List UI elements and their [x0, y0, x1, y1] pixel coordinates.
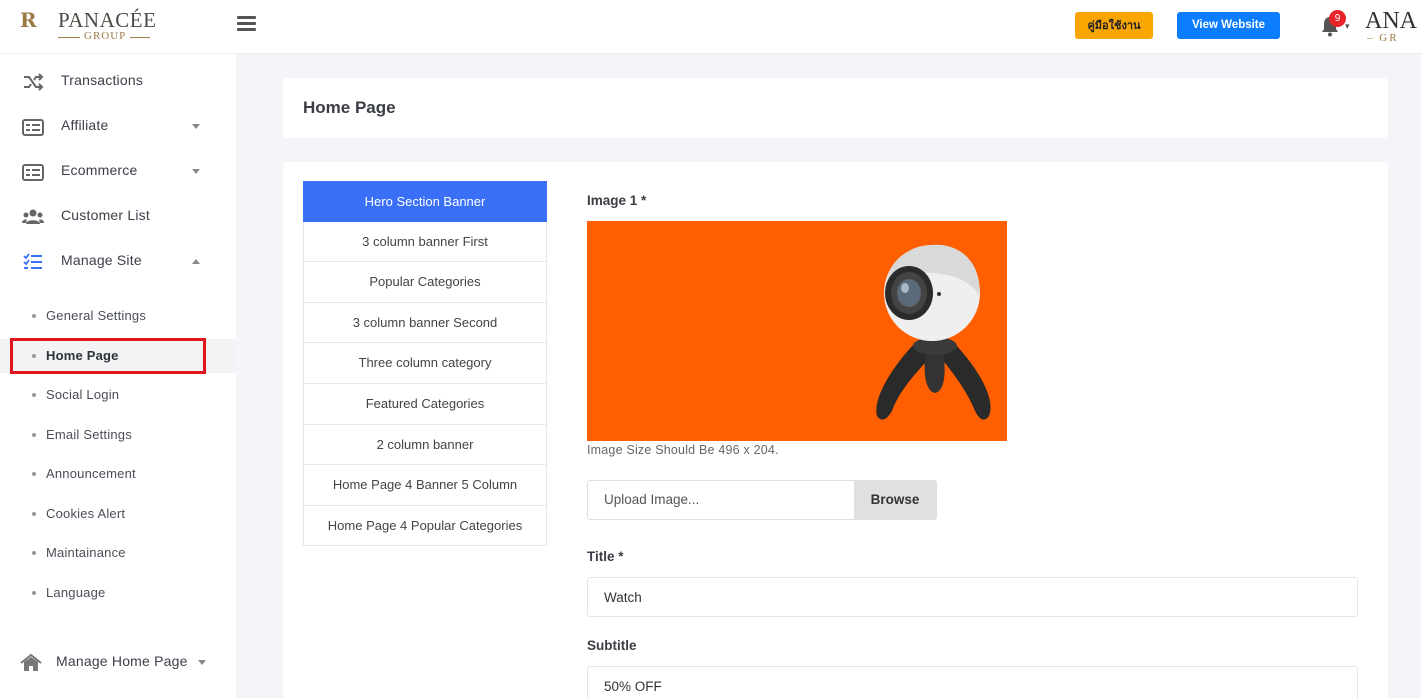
sidebar-item-label: Manage Home Page [56, 653, 188, 669]
hamburger-menu-icon[interactable] [237, 16, 256, 32]
sidebar-subitem-cookies-alert[interactable]: Cookies Alert [0, 497, 236, 531]
list-icon [22, 119, 44, 136]
bullet-icon [32, 314, 36, 318]
top-bar: R PANACÉE GROUP คู่มือใช้งาน View Websit… [0, 0, 1421, 54]
tab-home-page-4-banner-5-column[interactable]: Home Page 4 Banner 5 Column [303, 465, 547, 506]
tab-three-column-category[interactable]: Three column category [303, 343, 547, 384]
page-header: Home Page [283, 78, 1388, 138]
sidebar-item-label: Affiliate [61, 117, 109, 133]
chevron-down-icon [198, 660, 206, 665]
sidebar-subitem-email-settings[interactable]: Email Settings [0, 418, 236, 452]
upload-placeholder: Upload Image... [604, 492, 700, 507]
sidebar-item-affiliate[interactable]: Affiliate [0, 107, 236, 147]
tab-home-page-4-popular-categories[interactable]: Home Page 4 Popular Categories [303, 505, 547, 547]
tab-featured-categories[interactable]: Featured Categories [303, 383, 547, 425]
sidebar-subitem-general-settings[interactable]: General Settings [0, 299, 236, 333]
image-upload-field[interactable]: Upload Image... Browse [587, 480, 937, 520]
tab-hero-section-banner[interactable]: Hero Section Banner [303, 181, 547, 222]
chevron-down-icon [192, 124, 200, 129]
user-logo-sub: – GR [1367, 32, 1399, 44]
bullet-icon [32, 551, 36, 555]
sidebar-item-label: Ecommerce [61, 162, 138, 178]
logo-monogram: R [20, 8, 37, 32]
logo-divider [58, 37, 80, 38]
tab-3-column-banner-first[interactable]: 3 column banner First [303, 221, 547, 263]
panacee-logo[interactable]: R PANACÉE GROUP [20, 8, 156, 46]
image-size-hint: Image Size Should Be 496 x 204. [587, 443, 779, 457]
bullet-icon [32, 433, 36, 437]
manual-button[interactable]: คู่มือใช้งาน [1075, 12, 1153, 39]
sidebar-subitem-language[interactable]: Language [0, 576, 236, 610]
logo-divider [130, 37, 150, 38]
banner-image-preview [587, 221, 1007, 441]
sidebar-item-customer-list[interactable]: Customer List [0, 197, 236, 237]
image-label: Image 1 * [587, 193, 647, 208]
sidebar-subitem-maintainance[interactable]: Maintainance [0, 536, 236, 570]
bullet-icon [32, 591, 36, 595]
sidebar-item-transactions[interactable]: Transactions [0, 62, 236, 102]
sidebar-subitem-label: General Settings [46, 308, 147, 323]
sidebar-subitem-label: Maintainance [46, 545, 126, 560]
tab-popular-categories[interactable]: Popular Categories [303, 262, 547, 303]
users-icon [22, 209, 44, 224]
section-tabs: Hero Section Banner 3 column banner Firs… [303, 181, 547, 547]
browse-button[interactable]: Browse [854, 481, 936, 519]
sidebar-subitem-label: Email Settings [46, 427, 132, 442]
checklist-icon [23, 253, 42, 269]
bullet-icon [32, 472, 36, 476]
chevron-up-icon [192, 259, 200, 264]
subtitle-label: Subtitle [587, 638, 637, 653]
view-website-button[interactable]: View Website [1177, 12, 1280, 39]
notification-badge: 9 [1329, 10, 1346, 27]
sidebar-item-label: Customer List [61, 207, 150, 223]
selection-highlight [10, 338, 206, 374]
page-title: Home Page [303, 98, 396, 117]
bullet-icon [32, 512, 36, 516]
sidebar-subitem-social-login[interactable]: Social Login [0, 378, 236, 412]
sidebar-subitem-label: Announcement [46, 466, 136, 481]
sidebar: Transactions Affiliate Ecommerce Custome… [0, 54, 236, 698]
camera-product-image [876, 244, 991, 420]
chevron-down-icon[interactable]: ▾ [1345, 22, 1350, 32]
subtitle-input[interactable] [587, 666, 1358, 698]
sidebar-subitem-announcement[interactable]: Announcement [0, 457, 236, 491]
user-avatar[interactable]: ANA – GR [1365, 8, 1421, 48]
title-label: Title * [587, 549, 624, 564]
sidebar-item-label: Manage Site [61, 252, 142, 268]
tab-3-column-banner-second[interactable]: 3 column banner Second [303, 302, 547, 344]
logo-group: GROUP [84, 30, 127, 42]
sidebar-item-ecommerce[interactable]: Ecommerce [0, 152, 236, 192]
user-logo-text: ANA [1365, 8, 1417, 34]
sidebar-item-manage-site[interactable]: Manage Site [0, 242, 236, 282]
list-icon [22, 164, 44, 181]
sidebar-subitem-label: Language [46, 585, 106, 600]
sidebar-item-manage-home-page[interactable]: Manage Home Page [0, 643, 236, 683]
shuffle-icon [24, 73, 44, 91]
sidebar-item-label: Transactions [61, 72, 144, 88]
bullet-icon [32, 393, 36, 397]
sidebar-subitem-label: Cookies Alert [46, 506, 126, 521]
title-input[interactable] [587, 577, 1358, 617]
chevron-down-icon [192, 169, 200, 174]
tab-2-column-banner[interactable]: 2 column banner [303, 424, 547, 466]
home-icon [20, 653, 42, 671]
sidebar-subitem-label: Social Login [46, 387, 120, 402]
